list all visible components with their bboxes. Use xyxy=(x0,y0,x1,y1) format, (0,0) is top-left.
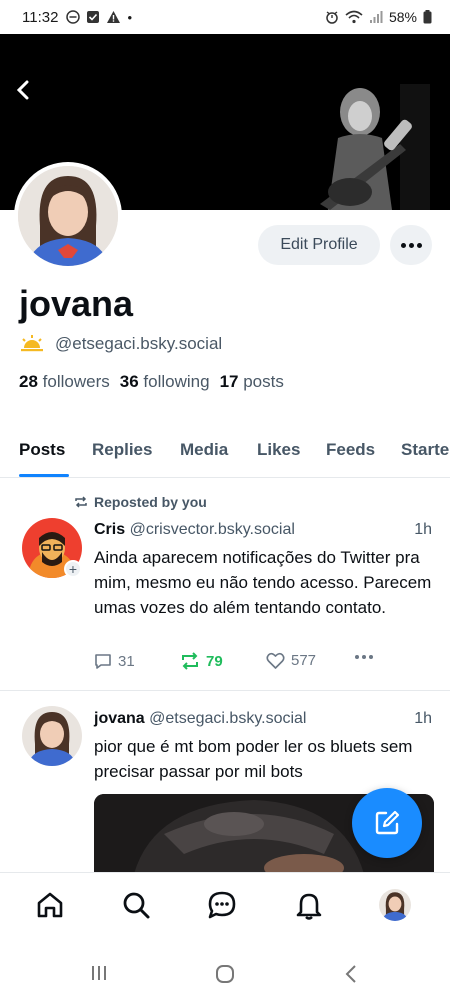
like-button[interactable]: 577 xyxy=(266,652,316,669)
compose-button[interactable] xyxy=(352,788,422,858)
tab-media[interactable]: Media xyxy=(180,440,228,460)
tab-starter-packs[interactable]: Starte xyxy=(401,440,449,460)
post-time: 1h xyxy=(414,521,432,538)
profile-stats: 28 followers 36 following 17 posts xyxy=(19,372,284,392)
warning-icon xyxy=(107,11,121,23)
banner-photo xyxy=(300,84,430,210)
more-icon xyxy=(400,242,422,248)
profile-display-name: jovana xyxy=(19,283,134,324)
post-author-name[interactable]: jovana xyxy=(94,710,145,727)
profile-avatar[interactable] xyxy=(14,162,122,270)
battery-percent: 58% xyxy=(388,9,417,25)
posts-stat: 17 posts xyxy=(219,372,284,391)
repost-icon xyxy=(75,496,87,508)
more-options-button[interactable] xyxy=(390,225,432,265)
nav-home[interactable] xyxy=(34,889,66,921)
nav-notifications[interactable] xyxy=(293,889,325,921)
reply-icon xyxy=(95,654,111,669)
avatar-image xyxy=(22,706,82,766)
post-divider xyxy=(0,690,450,691)
signal-icon xyxy=(369,11,383,23)
bell-icon xyxy=(296,893,322,920)
wifi-icon xyxy=(345,10,363,24)
compose-icon xyxy=(375,810,400,835)
battery-icon xyxy=(423,10,432,24)
recents-icon xyxy=(92,966,106,980)
profile-handle[interactable]: @etsegaci.bsky.social xyxy=(55,334,222,354)
back-icon xyxy=(16,80,29,100)
repost-button[interactable]: 79 xyxy=(180,652,223,670)
avatar-image xyxy=(18,166,118,266)
post-author-handle[interactable]: @crisvector.bsky.social xyxy=(130,521,295,538)
system-back-button[interactable] xyxy=(344,964,358,989)
post-author-avatar[interactable] xyxy=(22,706,82,766)
post-text: pior que é mt bom poder ler os bluets se… xyxy=(94,737,413,781)
follow-plus-icon[interactable]: + xyxy=(64,560,82,578)
bottom-navigation xyxy=(0,872,450,936)
tab-posts[interactable]: Posts xyxy=(19,440,65,460)
followers-stat[interactable]: 28 followers xyxy=(19,372,110,392)
edit-profile-button[interactable]: Edit Profile xyxy=(258,225,380,265)
post-header: Cris @crisvector.bsky.social xyxy=(94,521,295,539)
dot-icon: • xyxy=(127,9,132,25)
nav-chat[interactable] xyxy=(206,889,238,921)
checkbox-icon xyxy=(87,11,100,23)
post-header: jovana @etsegaci.bsky.social xyxy=(94,710,306,728)
post-time: 1h xyxy=(414,710,432,727)
sun-emoji-icon xyxy=(21,335,43,352)
system-navigation-bar xyxy=(0,946,450,1000)
tab-replies[interactable]: Replies xyxy=(92,440,152,460)
repost-indicator[interactable]: Reposted by you xyxy=(74,494,207,510)
post-author-name[interactable]: Cris xyxy=(94,521,125,538)
recents-button[interactable] xyxy=(90,964,108,987)
dnd-icon xyxy=(66,10,81,24)
home-circle-icon xyxy=(216,965,234,983)
status-time: 11:32 xyxy=(22,8,59,26)
post-text: Ainda aparecem notificações do Twitter p… xyxy=(94,548,432,617)
active-tab-indicator xyxy=(19,474,69,477)
post-more-button[interactable] xyxy=(354,654,374,660)
back-icon xyxy=(345,965,356,983)
back-button[interactable] xyxy=(12,76,34,104)
more-icon xyxy=(355,655,373,659)
nav-search[interactable] xyxy=(120,889,152,921)
home-icon xyxy=(37,892,63,918)
nav-profile[interactable] xyxy=(379,889,411,921)
status-bar: 11:32 • 58% xyxy=(0,0,450,34)
profile-tabs: Posts Replies Media Likes Feeds Starte xyxy=(0,432,450,478)
post-author-handle[interactable]: @etsegaci.bsky.social xyxy=(149,710,306,727)
post-actions: 31 79 577 xyxy=(94,652,394,676)
avatar-image xyxy=(379,889,411,921)
like-icon xyxy=(266,652,285,669)
home-system-button[interactable] xyxy=(215,964,235,989)
tab-feeds[interactable]: Feeds xyxy=(326,440,375,460)
chat-icon xyxy=(208,891,236,919)
search-icon xyxy=(123,892,150,919)
avatar xyxy=(379,889,411,921)
following-stat[interactable]: 36 following xyxy=(120,372,210,392)
reply-button[interactable]: 31 xyxy=(94,652,135,670)
alarm-icon xyxy=(326,11,338,24)
tab-likes[interactable]: Likes xyxy=(257,440,300,460)
repost-icon xyxy=(182,652,198,670)
